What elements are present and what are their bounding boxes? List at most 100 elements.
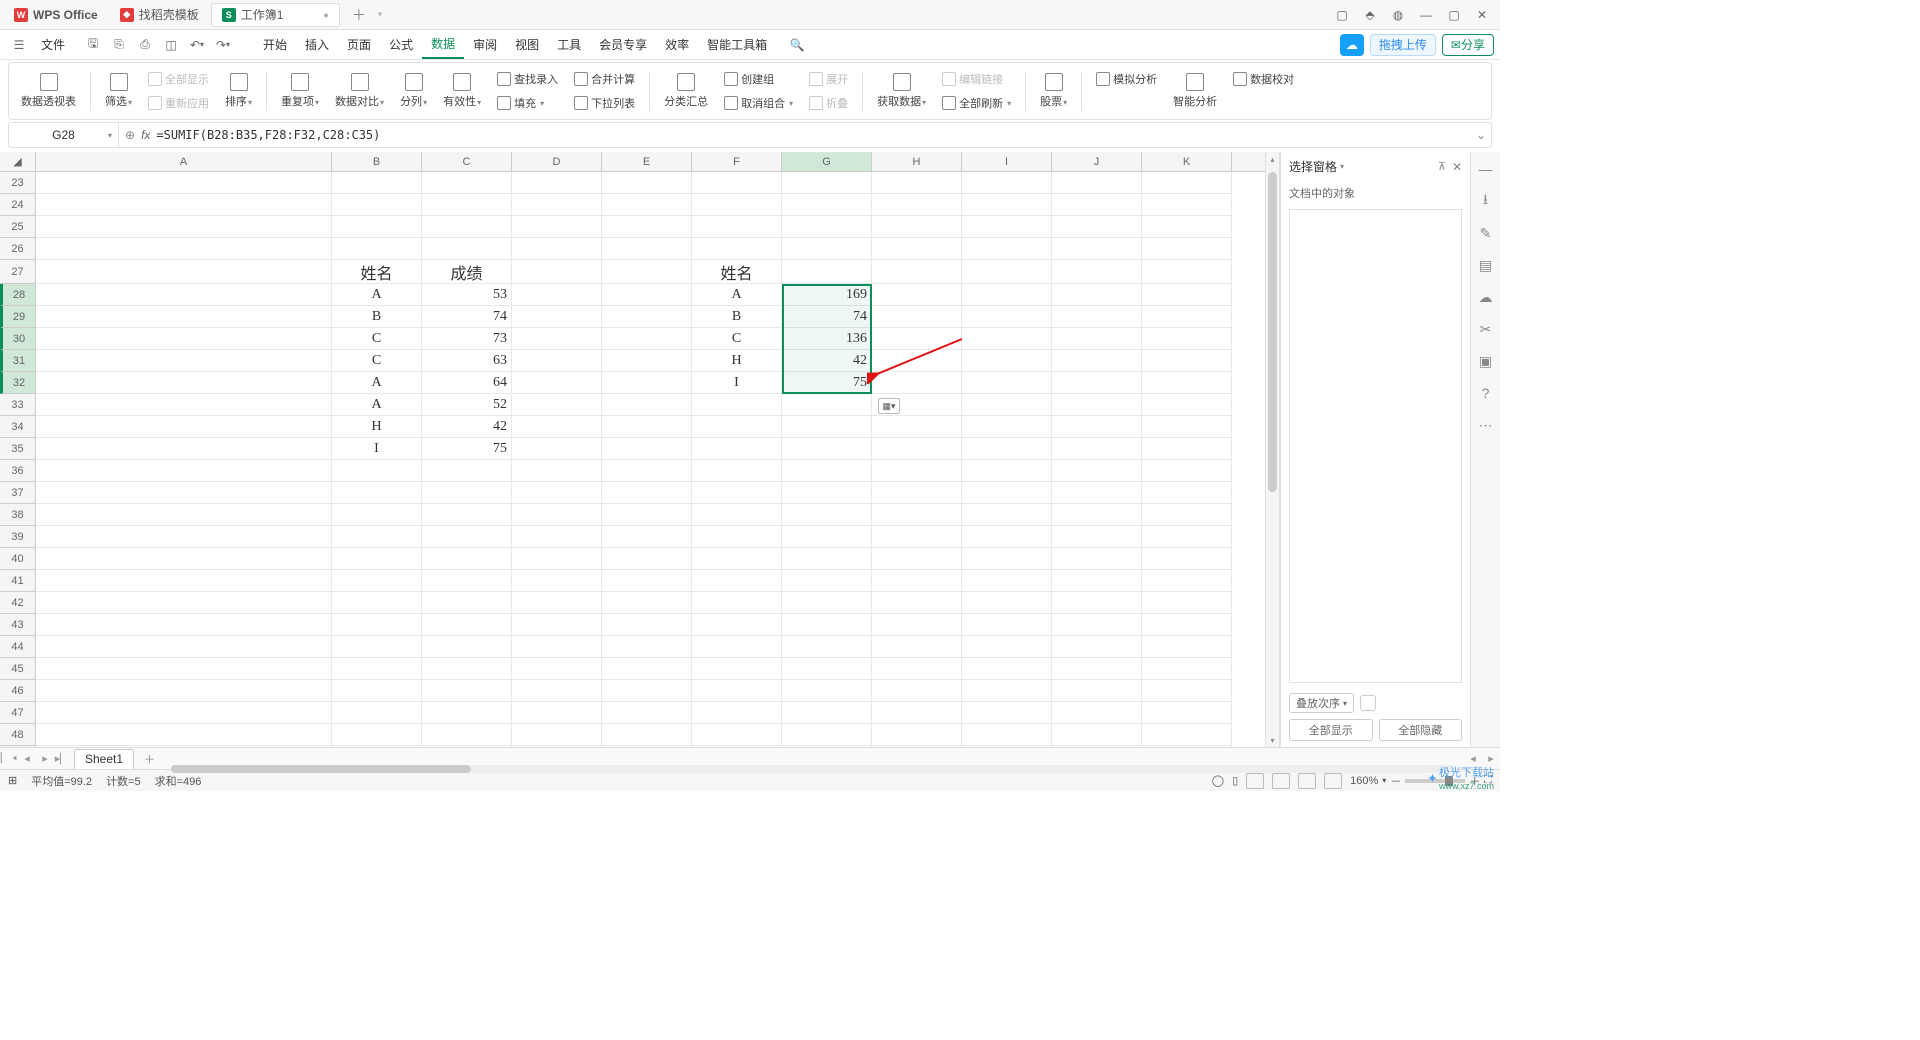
cell-C24[interactable] [422, 194, 512, 216]
cell-E39[interactable] [602, 526, 692, 548]
row-header-38[interactable]: 38 [0, 504, 36, 526]
row-header-47[interactable]: 47 [0, 702, 36, 724]
pivot-button[interactable]: 数据透视表 [15, 67, 82, 115]
cell-J24[interactable] [1052, 194, 1142, 216]
cell-H48[interactable] [872, 724, 962, 746]
cell-G38[interactable] [782, 504, 872, 526]
window-close-button[interactable]: ✕ [1470, 3, 1494, 27]
cell-H34[interactable] [872, 416, 962, 438]
cell-J47[interactable] [1052, 702, 1142, 724]
row-header-37[interactable]: 37 [0, 482, 36, 504]
cell-H42[interactable] [872, 592, 962, 614]
cell-A45[interactable] [36, 658, 332, 680]
cell-C26[interactable] [422, 238, 512, 260]
col-header-D[interactable]: D [512, 152, 602, 171]
cell-A28[interactable] [36, 284, 332, 306]
cell-E41[interactable] [602, 570, 692, 592]
cell-H31[interactable] [872, 350, 962, 372]
select-all-corner[interactable]: ◢ [0, 152, 36, 171]
cell-K24[interactable] [1142, 194, 1232, 216]
cell-C23[interactable] [422, 172, 512, 194]
cell-I40[interactable] [962, 548, 1052, 570]
cell-A29[interactable] [36, 306, 332, 328]
col-header-B[interactable]: B [332, 152, 422, 171]
cell-G36[interactable] [782, 460, 872, 482]
cell-A37[interactable] [36, 482, 332, 504]
hide-all-button[interactable]: 全部隐藏 [1379, 719, 1463, 741]
cell-D30[interactable] [512, 328, 602, 350]
cell-G25[interactable] [782, 216, 872, 238]
view-page-button[interactable] [1272, 773, 1290, 789]
cell-J29[interactable] [1052, 306, 1142, 328]
cell-F45[interactable] [692, 658, 782, 680]
row-header-31[interactable]: 31 [0, 350, 36, 372]
cell-G29[interactable]: 74 [782, 306, 872, 328]
cell-I25[interactable] [962, 216, 1052, 238]
cell-K30[interactable] [1142, 328, 1232, 350]
row-header-40[interactable]: 40 [0, 548, 36, 570]
editlink-button[interactable]: 编辑链接 [936, 68, 1017, 90]
cell-J34[interactable] [1052, 416, 1142, 438]
cell-I47[interactable] [962, 702, 1052, 724]
cell-K32[interactable] [1142, 372, 1232, 394]
cell-A23[interactable] [36, 172, 332, 194]
sheet-nav-first[interactable]: ⎸◂ [0, 752, 18, 765]
cell-K27[interactable] [1142, 260, 1232, 284]
cell-J44[interactable] [1052, 636, 1142, 658]
cell-F40[interactable] [692, 548, 782, 570]
vertical-scrollbar[interactable]: ▴ ▾ [1265, 152, 1279, 747]
cell-B33[interactable]: A [332, 394, 422, 416]
cell-E31[interactable] [602, 350, 692, 372]
cell-A44[interactable] [36, 636, 332, 658]
cell-I43[interactable] [962, 614, 1052, 636]
user-avatar-icon[interactable]: ◍ [1386, 3, 1410, 27]
cell-D49[interactable] [512, 746, 602, 747]
col-header-H[interactable]: H [872, 152, 962, 171]
row-header-46[interactable]: 46 [0, 680, 36, 702]
cell-B39[interactable] [332, 526, 422, 548]
cell-I35[interactable] [962, 438, 1052, 460]
row-header-28[interactable]: 28 [0, 284, 36, 306]
sidebar-more-icon[interactable]: ⋯ [1477, 416, 1495, 434]
cell-D46[interactable] [512, 680, 602, 702]
cell-A43[interactable] [36, 614, 332, 636]
cell-E34[interactable] [602, 416, 692, 438]
cell-G30[interactable]: 136 [782, 328, 872, 350]
upload-button[interactable]: 拖拽上传 [1370, 34, 1436, 56]
cell-F48[interactable] [692, 724, 782, 746]
cell-C46[interactable] [422, 680, 512, 702]
row-header-25[interactable]: 25 [0, 216, 36, 238]
cell-D29[interactable] [512, 306, 602, 328]
menu-insert[interactable]: 插入 [296, 31, 338, 59]
cell-E42[interactable] [602, 592, 692, 614]
cell-G47[interactable] [782, 702, 872, 724]
cell-H37[interactable] [872, 482, 962, 504]
cell-F47[interactable] [692, 702, 782, 724]
cell-I36[interactable] [962, 460, 1052, 482]
cell-E45[interactable] [602, 658, 692, 680]
stock-button[interactable]: 股票▾ [1034, 67, 1073, 115]
expand-button[interactable]: 展开 [803, 68, 854, 90]
cell-A27[interactable] [36, 260, 332, 284]
cell-H39[interactable] [872, 526, 962, 548]
cell-A24[interactable] [36, 194, 332, 216]
cell-K26[interactable] [1142, 238, 1232, 260]
row-header-24[interactable]: 24 [0, 194, 36, 216]
showall-button[interactable]: 全部显示 [142, 68, 215, 90]
cell-D48[interactable] [512, 724, 602, 746]
cell-A47[interactable] [36, 702, 332, 724]
cell-I42[interactable] [962, 592, 1052, 614]
cell-H44[interactable] [872, 636, 962, 658]
sheet-nav-prev[interactable]: ◂ [18, 752, 36, 765]
cell-F29[interactable]: B [692, 306, 782, 328]
cell-D31[interactable] [512, 350, 602, 372]
cell-K37[interactable] [1142, 482, 1232, 504]
pin-icon[interactable]: ⊼ [1438, 160, 1446, 173]
cell-K23[interactable] [1142, 172, 1232, 194]
add-sheet-button[interactable]: ＋ [136, 751, 163, 767]
cell-B42[interactable] [332, 592, 422, 614]
cell-B25[interactable] [332, 216, 422, 238]
cell-F27[interactable]: 姓名 [692, 260, 782, 284]
app-tab-template[interactable]: ◆ 找稻壳模板 [110, 3, 209, 27]
cell-I31[interactable] [962, 350, 1052, 372]
